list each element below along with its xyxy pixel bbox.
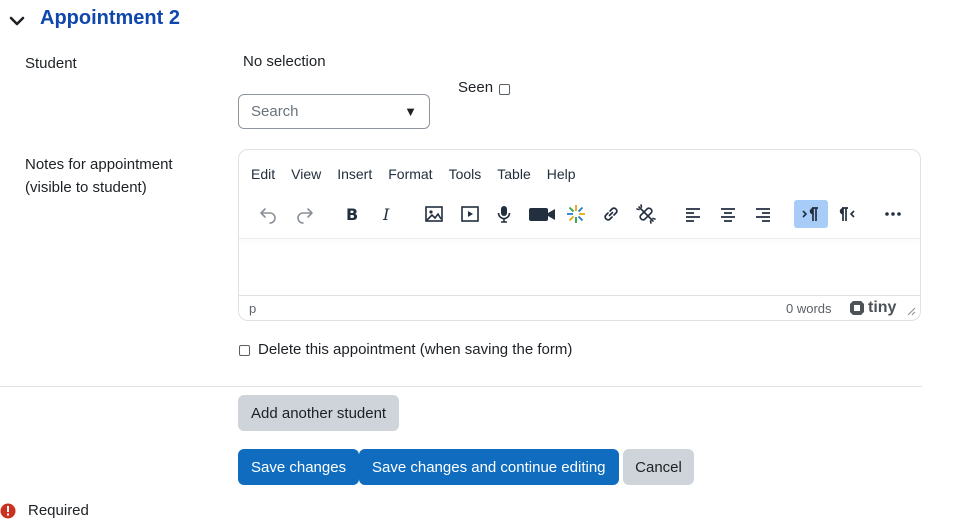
svg-text:I: I [382,205,390,224]
align-center-icon [721,208,735,222]
menu-insert[interactable]: Insert [337,166,372,182]
tiny-logo[interactable]: tiny [849,299,896,317]
ltr-direction-button[interactable] [794,200,828,228]
required-legend: Required [0,502,89,519]
sparkle-icon [567,205,585,223]
svg-text:B: B [346,205,358,224]
ltr-paragraph-icon [802,207,818,221]
align-center-button[interactable] [713,200,743,228]
word-count[interactable]: 0 words [786,301,832,316]
more-dots-icon [885,212,901,216]
align-right-button[interactable] [748,200,778,228]
required-icon [0,503,16,518]
student-selection-text: No selection [243,53,326,70]
record-audio-button[interactable] [489,200,519,228]
student-search-select[interactable]: Search ▼ [238,94,430,129]
redo-icon [297,208,313,224]
record-video-button[interactable] [524,200,560,228]
student-search-placeholder: Search [251,103,299,120]
rtl-paragraph-icon [839,207,855,221]
resize-handle-icon[interactable] [906,306,916,316]
italic-button[interactable]: I [372,200,402,228]
add-another-student-button[interactable]: Add another student [238,395,400,431]
unlink-button[interactable] [631,200,661,228]
divider [0,386,922,387]
italic-icon: I [382,205,390,224]
microphone-icon [497,206,511,223]
media-button[interactable] [455,200,485,228]
menu-table[interactable]: Table [497,166,530,182]
delete-appointment-checkbox[interactable] [239,345,250,356]
bold-button[interactable]: B [337,200,367,228]
seen-label: Seen [458,79,494,96]
save-changes-button[interactable]: Save changes [238,449,360,485]
menu-format[interactable]: Format [388,166,432,182]
bold-icon: B [346,205,358,224]
align-left-button[interactable] [678,200,708,228]
section-title: Appointment 2 [40,6,180,29]
media-icon [461,206,479,222]
tiny-logo-icon [850,301,864,315]
menu-tools[interactable]: Tools [449,166,482,182]
save-and-continue-button[interactable]: Save changes and continue editing [359,449,619,485]
image-icon [425,206,443,222]
delete-appointment-label[interactable]: Delete this appointment (when saving the… [258,338,572,361]
required-label: Required [28,502,89,519]
student-label: Student [25,55,77,72]
section-header[interactable]: Appointment 2 [8,6,180,30]
more-button[interactable] [878,200,908,228]
ai-sparkle-button[interactable] [561,200,591,228]
toolbar-divider [239,238,920,239]
notes-label-line1: Notes for appointment [25,156,173,173]
redo-button[interactable] [290,200,320,228]
menu-view[interactable]: View [291,166,321,182]
element-path[interactable]: p [249,301,256,316]
link-button[interactable] [596,200,626,228]
video-camera-icon [529,208,555,221]
image-button[interactable] [419,200,449,228]
editor-content-area[interactable] [239,240,920,295]
notes-editor: Edit View Insert Format Tools Table Help… [238,149,921,321]
undo-icon [260,208,276,224]
menu-edit[interactable]: Edit [251,166,275,182]
align-left-icon [686,208,700,222]
dropdown-arrow-icon: ▼ [404,104,417,119]
editor-toolbar: B I [251,200,920,230]
undo-button[interactable] [253,200,283,228]
rtl-direction-button[interactable] [831,200,861,228]
unlink-icon [636,204,656,224]
align-right-icon [756,208,770,222]
menu-help[interactable]: Help [547,166,576,182]
cancel-button[interactable]: Cancel [623,449,694,485]
tiny-logo-text: tiny [868,299,897,316]
editor-menubar: Edit View Insert Format Tools Table Help [251,166,592,182]
notes-label-line2: (visible to student) [25,179,147,196]
link-icon [604,207,618,221]
seen-checkbox[interactable] [499,84,510,95]
editor-statusbar: p 0 words tiny [239,295,920,320]
chevron-down-icon[interactable] [8,12,26,30]
